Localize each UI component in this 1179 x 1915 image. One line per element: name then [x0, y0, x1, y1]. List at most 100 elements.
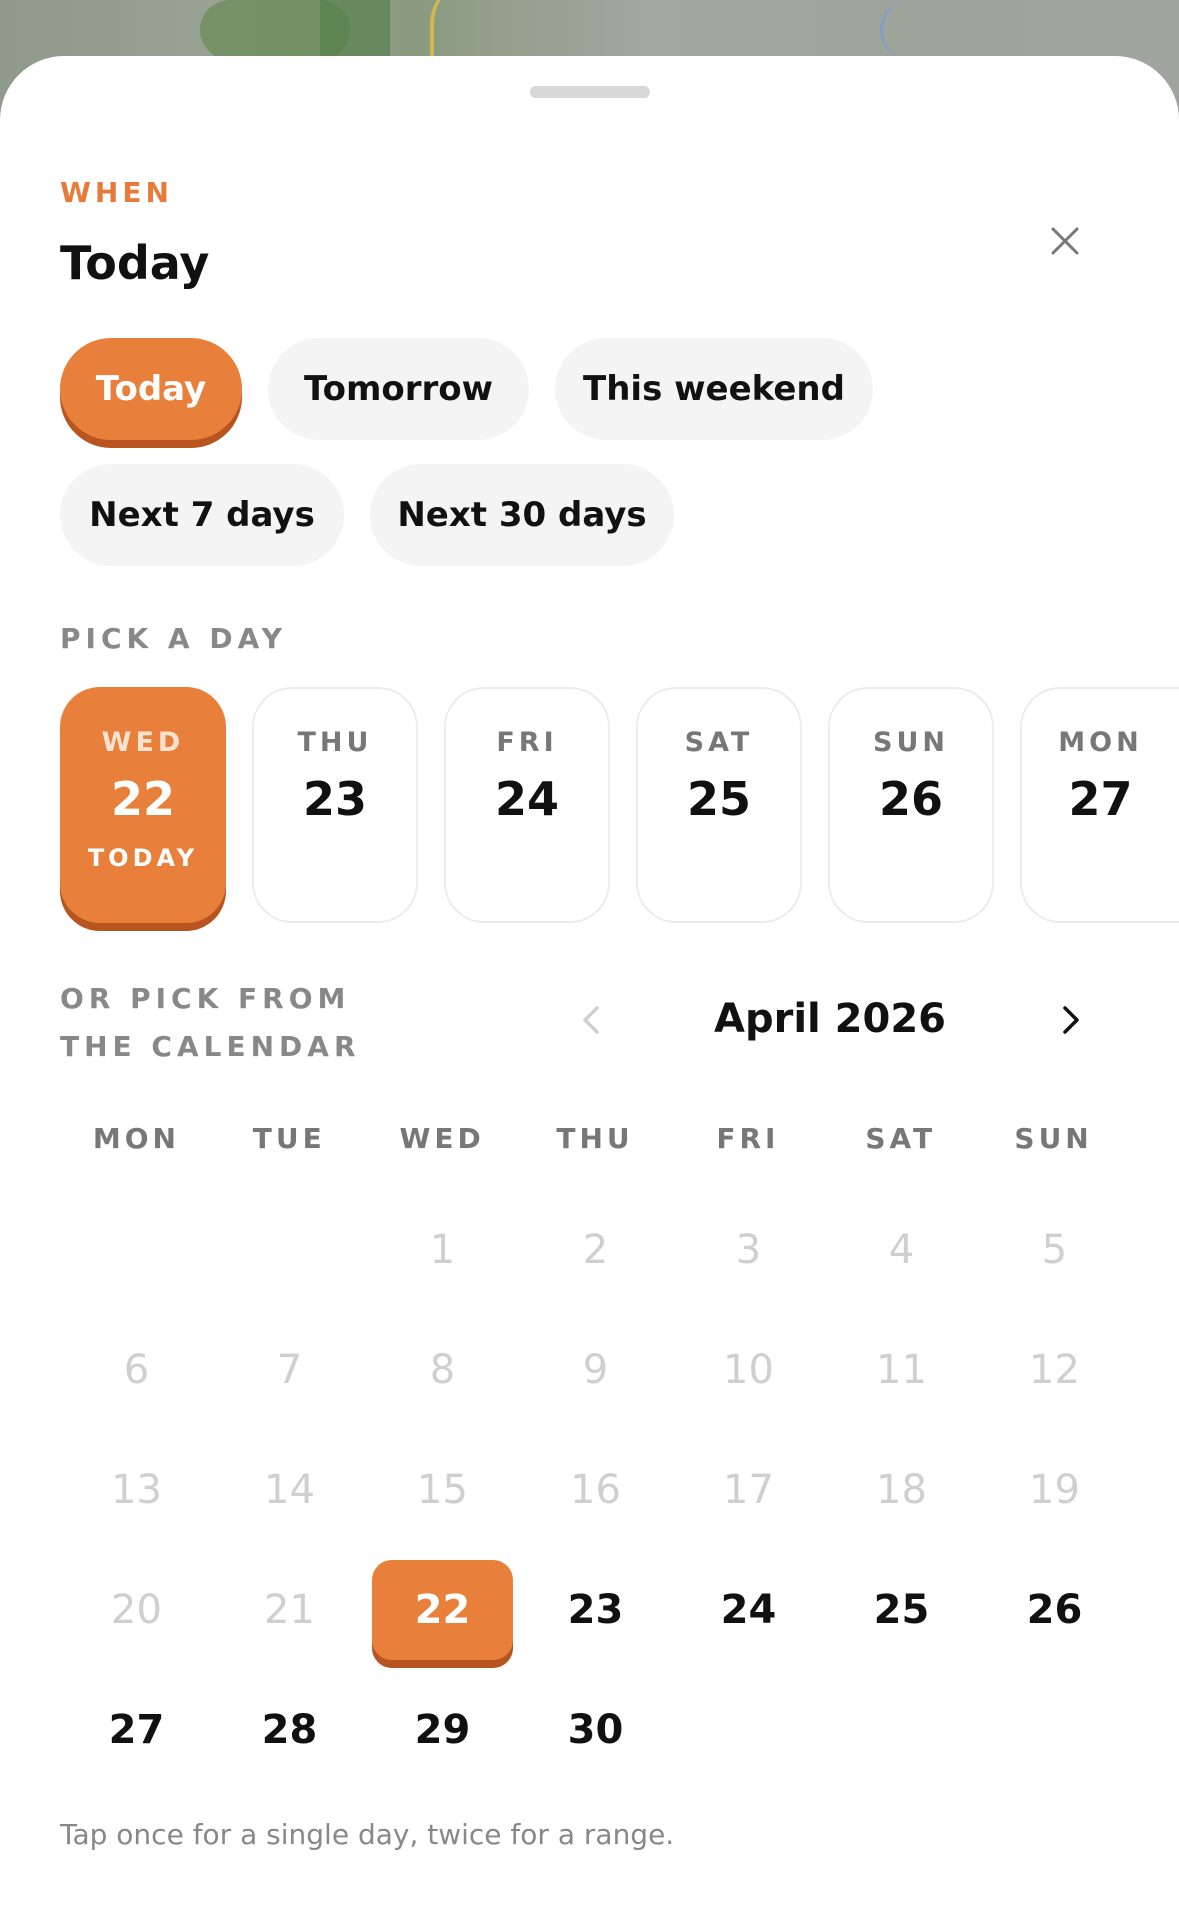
calendar-day-number: 22 [414, 1587, 471, 1633]
calendar-day[interactable]: 25 [825, 1550, 978, 1670]
calendar-day: 19 [978, 1430, 1131, 1550]
calendar-day: 1 [366, 1190, 519, 1310]
calendar-day-number: 20 [111, 1587, 162, 1633]
weekday-label: TUE [252, 1122, 326, 1155]
day-card[interactable]: FRI 24 [444, 687, 610, 923]
section-eyebrow: WHEN [60, 176, 173, 209]
calendar-day-number: 10 [723, 1347, 774, 1393]
calendar-day[interactable]: 24 [672, 1550, 825, 1670]
calendar-day-number: 5 [1041, 1227, 1068, 1273]
chip-today[interactable]: Today [60, 338, 242, 440]
calendar-day-number: 19 [1029, 1467, 1080, 1513]
calendar-empty-cell [825, 1670, 978, 1790]
chip-next-30-days[interactable]: Next 30 days [370, 464, 674, 566]
day-card[interactable]: THU 23 [252, 687, 418, 923]
chevron-left-icon[interactable] [572, 1000, 612, 1040]
day-card-date: 27 [1068, 772, 1133, 826]
calendar-day: 8 [366, 1310, 519, 1430]
weekday-label: MON [92, 1122, 180, 1155]
calendar-day: 2 [519, 1190, 672, 1310]
sheet-title: Today [60, 236, 210, 290]
calendar-day: 9 [519, 1310, 672, 1430]
calendar-day-number: 28 [261, 1707, 318, 1753]
weekday-header: MON TUE WED THU FRI SAT SUN [60, 1122, 1130, 1155]
calendar-day-number: 17 [723, 1467, 774, 1513]
day-card[interactable]: MON 27 [1020, 687, 1179, 923]
chevron-right-icon[interactable] [1050, 1000, 1090, 1040]
calendar-day-number: 16 [570, 1467, 621, 1513]
calendar-day-number: 27 [108, 1707, 165, 1753]
calendar-day[interactable]: 23 [519, 1550, 672, 1670]
calendar-day[interactable]: 27 [60, 1670, 213, 1790]
calendar-day-number: 15 [417, 1467, 468, 1513]
calendar-day-number: 1 [429, 1227, 456, 1273]
calendar-day-number: 21 [264, 1587, 315, 1633]
day-card-date: 22 [110, 772, 175, 826]
map-river [880, 0, 943, 60]
calendar-day: 10 [672, 1310, 825, 1430]
calendar-day: 13 [60, 1430, 213, 1550]
calendar-week-row: 27 28 29 30 [60, 1670, 1131, 1790]
calendar-day: 7 [213, 1310, 366, 1430]
day-card-weekday: SAT [684, 727, 754, 758]
calendar-day: 20 [60, 1550, 213, 1670]
day-card[interactable]: SUN 26 [828, 687, 994, 923]
calendar-day[interactable]: 30 [519, 1670, 672, 1790]
weekday-label: THU [556, 1122, 634, 1155]
calendar-day-number: 18 [876, 1467, 927, 1513]
calendar-week-row: 20 21 22 23 24 25 26 [60, 1550, 1131, 1670]
calendar-day: 18 [825, 1430, 978, 1550]
day-card-weekday: FRI [496, 727, 558, 758]
calendar-day-number: 4 [888, 1227, 915, 1273]
day-card-weekday: WED [101, 727, 185, 758]
calendar-day: 12 [978, 1310, 1131, 1430]
day-card-date: 23 [302, 772, 367, 826]
calendar-day-number: 11 [876, 1347, 927, 1393]
calendar-day: 17 [672, 1430, 825, 1550]
calendar-day[interactable]: 29 [366, 1670, 519, 1790]
day-card[interactable]: SAT 25 [636, 687, 802, 923]
calendar-day-number: 9 [582, 1347, 609, 1393]
calendar-day-number: 3 [735, 1227, 762, 1273]
day-card-weekday: SUN [873, 727, 949, 758]
calendar-day: 4 [825, 1190, 978, 1310]
weekday-label: SAT [865, 1122, 937, 1155]
calendar-day-number: 6 [123, 1347, 150, 1393]
calendar-day-number: 8 [429, 1347, 456, 1393]
calendar-day-number: 30 [567, 1707, 624, 1753]
calendar-day-number: 12 [1029, 1347, 1080, 1393]
calendar-day: 21 [213, 1550, 366, 1670]
day-card-weekday: THU [297, 727, 373, 758]
calendar-day-number: 13 [111, 1467, 162, 1513]
calendar-week-row: 13 14 15 16 17 18 19 [60, 1430, 1131, 1550]
day-card-weekday: MON [1058, 727, 1143, 758]
chip-tomorrow[interactable]: Tomorrow [268, 338, 529, 440]
chip-this-weekend[interactable]: This weekend [555, 338, 873, 440]
calendar-empty-cell [213, 1190, 366, 1310]
day-card-today-label: TODAY [87, 844, 199, 872]
range-hint: Tap once for a single day, twice for a r… [60, 1818, 675, 1851]
calendar-day: 6 [60, 1310, 213, 1430]
calendar-day-number: 7 [276, 1347, 303, 1393]
calendar-empty-cell [60, 1190, 213, 1310]
weekday-label: WED [399, 1122, 485, 1155]
close-icon[interactable] [1040, 216, 1090, 266]
weekday-label: FRI [716, 1122, 780, 1155]
sheet-drag-handle[interactable] [530, 86, 650, 98]
calendar-day[interactable]: 28 [213, 1670, 366, 1790]
calendar-day-number: 14 [264, 1467, 315, 1513]
calendar-section-label: OR PICK FROM THE CALENDAR [60, 982, 361, 1063]
calendar-day: 11 [825, 1310, 978, 1430]
day-card[interactable]: WED 22 TODAY [60, 687, 226, 923]
calendar-empty-cell [978, 1670, 1131, 1790]
calendar-day[interactable]: 26 [978, 1550, 1131, 1670]
calendar-day-number: 24 [720, 1587, 777, 1633]
calendar-day-number: 2 [582, 1227, 609, 1273]
calendar-week-row: 6 7 8 9 10 11 12 [60, 1310, 1131, 1430]
calendar-day[interactable]: 22 [366, 1550, 519, 1670]
calendar-day: 3 [672, 1190, 825, 1310]
month-title: April 2026 [714, 996, 946, 1042]
weekday-label: SUN [1014, 1122, 1093, 1155]
chip-next-7-days[interactable]: Next 7 days [60, 464, 344, 566]
calendar-day: 15 [366, 1430, 519, 1550]
